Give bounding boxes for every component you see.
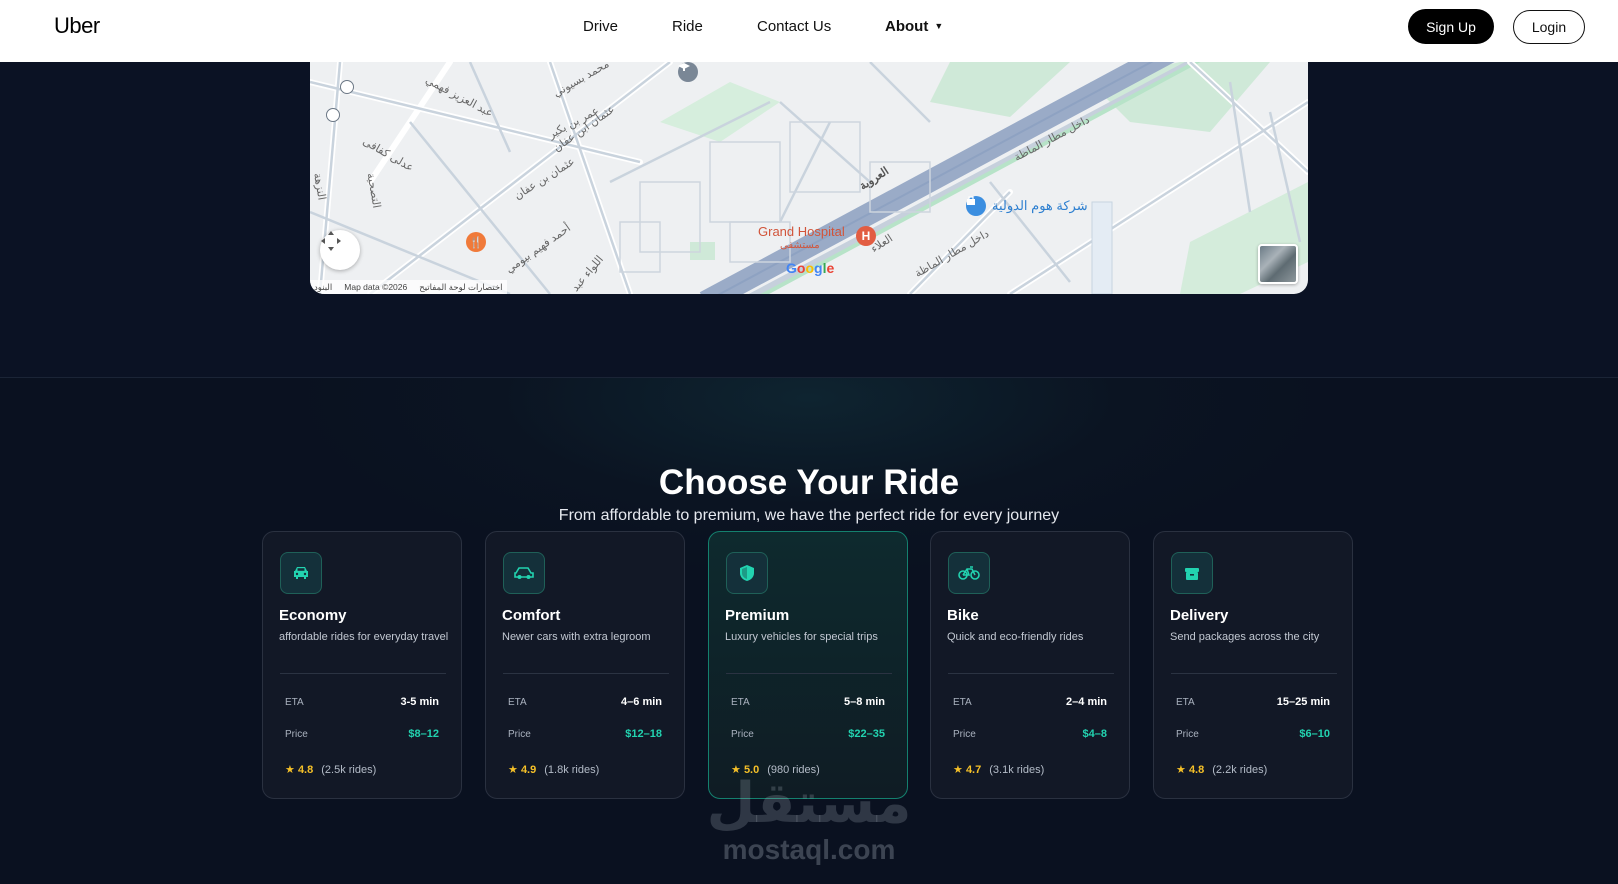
shield-icon — [740, 565, 754, 581]
eta-value: 5–8 min — [844, 696, 885, 708]
price-value: $8–12 — [408, 728, 439, 740]
ride-card-premium[interactable]: Premium Luxury vehicles for special trip… — [708, 531, 908, 799]
rating-score: 4.9 — [520, 764, 537, 776]
sign-up-button[interactable]: Sign Up — [1408, 9, 1494, 44]
star-icon: ★ — [285, 764, 295, 776]
price-value: $4–8 — [1082, 728, 1107, 740]
price-label: Price — [731, 729, 754, 740]
ride-card-bike[interactable]: Bike Quick and eco-friendly rides ETA 2–… — [930, 531, 1130, 799]
price-label: Price — [1176, 729, 1199, 740]
rating-score: 4.7 — [965, 764, 982, 776]
ride-title: Delivery — [1170, 607, 1229, 624]
eta-label: ETA — [285, 697, 304, 708]
map-place-home-company[interactable]: شركة هوم الدولية — [992, 198, 1088, 214]
price-label: Price — [508, 729, 531, 740]
rides-count: (3.1k rides) — [989, 764, 1045, 776]
car-front-icon — [294, 567, 308, 579]
watermark-arabic: مستقل — [706, 771, 912, 836]
eta-label: ETA — [953, 697, 972, 708]
card-divider — [948, 673, 1114, 674]
price-value: $22–35 — [848, 728, 885, 740]
map-pan-control[interactable] — [320, 230, 360, 270]
nav-drive[interactable]: Drive — [583, 18, 618, 35]
price-label: Price — [285, 729, 308, 740]
car-icon — [514, 567, 534, 579]
ride-description: affordable rides for everyday travel — [279, 631, 449, 643]
move-arrows-icon — [321, 231, 341, 251]
map-embed[interactable]: عبد العزيز فهمي عثمان ابن عفان عثمان بن … — [310, 62, 1308, 294]
eta-value: 15–25 min — [1276, 696, 1330, 708]
eta-value: 2–4 min — [1066, 696, 1107, 708]
ride-title: Premium — [725, 607, 790, 624]
top-navbar: Uber Drive Ride Contact Us About ▼ Sign U… — [0, 0, 1618, 62]
ride-title: Bike — [947, 607, 979, 624]
rides-count: (2.5k rides) — [321, 764, 377, 776]
map-attribution-bar: البنود Map data ©2026 اختصارات لوحة المف… — [310, 280, 507, 294]
ride-description: Newer cars with extra legroom — [502, 631, 651, 643]
price-label: Price — [953, 729, 976, 740]
ride-card-economy[interactable]: Economy affordable rides for everyday tr… — [262, 531, 462, 799]
google-logo: Google — [786, 260, 835, 276]
star-icon: ★ — [1176, 764, 1186, 776]
rides-count: (1.8k rides) — [544, 764, 600, 776]
eta-value: 3-5 min — [400, 696, 439, 708]
star-icon: ★ — [508, 764, 518, 776]
bicycle-icon — [958, 566, 980, 580]
ride-rating: ★ 4.8 (2.5k rides) — [285, 763, 376, 776]
satellite-toggle[interactable] — [1258, 244, 1298, 284]
section-title: Choose Your Ride — [658, 463, 960, 502]
login-button[interactable]: Login — [1513, 10, 1585, 44]
bus-stop-icon[interactable] — [326, 108, 340, 122]
ride-rating: ★ 4.8 (2.2k rides) — [1176, 763, 1267, 776]
ride-rating: ★ 4.9 (1.8k rides) — [508, 763, 599, 776]
watermark-latin: mostaql.com — [722, 834, 896, 865]
eta-label: ETA — [1176, 697, 1195, 708]
package-icon — [1185, 568, 1199, 580]
star-icon: ★ — [953, 764, 963, 776]
map-terms-link[interactable]: البنود — [314, 282, 332, 293]
caret-down-icon: ▼ — [934, 21, 944, 31]
card-divider — [726, 673, 892, 674]
card-divider — [503, 673, 669, 674]
eta-label: ETA — [731, 697, 750, 708]
price-value: $6–10 — [1299, 728, 1330, 740]
nav-contact-us[interactable]: Contact Us — [757, 18, 831, 35]
ride-description: Quick and eco-friendly rides — [947, 631, 1084, 643]
section-subtitle: From affordable to premium, we have the … — [558, 507, 1060, 524]
hospital-marker-icon[interactable]: H — [856, 226, 876, 246]
nav-about-label: About — [885, 18, 929, 35]
nav-about-dropdown[interactable]: About ▼ — [885, 18, 943, 35]
eta-value: 4–6 min — [621, 696, 662, 708]
ride-rating: ★ 4.7 (3.1k rides) — [953, 763, 1044, 776]
bus-stop-icon[interactable] — [340, 80, 354, 94]
card-divider — [1171, 673, 1337, 674]
rating-score: 4.8 — [297, 764, 314, 776]
eta-label: ETA — [508, 697, 527, 708]
map-place-grand-hospital[interactable]: Grand Hospital — [758, 224, 845, 239]
card-divider — [280, 673, 446, 674]
restaurant-marker-icon[interactable]: 🍴 — [466, 232, 486, 252]
ride-title: Economy — [279, 607, 347, 624]
ride-card-comfort[interactable]: Comfort Newer cars with extra legroom ET… — [485, 531, 685, 799]
ride-description: Send packages across the city — [1170, 631, 1320, 643]
rating-score: 4.8 — [1188, 764, 1205, 776]
rides-count: (2.2k rides) — [1212, 764, 1268, 776]
ride-title: Comfort — [502, 607, 561, 624]
keyboard-shortcuts-link[interactable]: اختصارات لوحة المفاتيح — [419, 282, 502, 293]
map-data-attribution: Map data ©2026 — [344, 282, 408, 292]
nav-ride[interactable]: Ride — [672, 18, 703, 35]
price-value: $12–18 — [625, 728, 662, 740]
ride-description: Luxury vehicles for special trips — [725, 631, 878, 643]
business-marker-icon[interactable] — [966, 196, 986, 216]
uber-logo[interactable]: Uber — [54, 13, 100, 39]
school-marker-icon[interactable] — [678, 62, 698, 82]
ride-card-delivery[interactable]: Delivery Send packages across the city E… — [1153, 531, 1353, 799]
map-place-label-ar: مستشفى — [780, 240, 820, 251]
